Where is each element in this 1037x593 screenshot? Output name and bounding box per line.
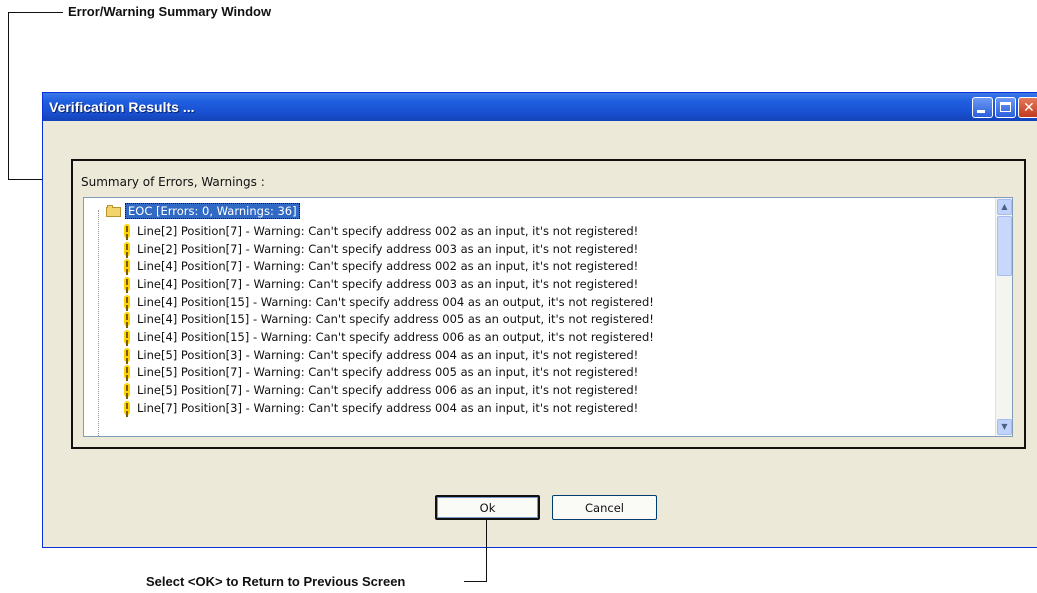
warning-icon — [122, 241, 132, 256]
close-button[interactable]: ✕ — [1018, 97, 1037, 118]
warning-text: Line[5] Position[7] - Warning: Can't spe… — [137, 365, 639, 380]
warning-text: Line[4] Position[15] - Warning: Can't sp… — [137, 294, 654, 309]
verification-results-window: Verification Results ... ✕ Summary of Er… — [42, 92, 1037, 548]
warning-icon — [122, 383, 132, 398]
warning-icon — [122, 365, 132, 380]
warning-text: Line[2] Position[7] - Warning: Can't spe… — [137, 223, 639, 238]
callout-line-top-vertical — [8, 12, 9, 180]
warning-icon — [122, 400, 132, 415]
warning-text: Line[5] Position[7] - Warning: Can't spe… — [137, 383, 639, 398]
maximize-icon — [1000, 102, 1011, 112]
maximize-button[interactable] — [995, 97, 1016, 118]
warning-icon — [122, 347, 132, 362]
minimize-button[interactable] — [972, 97, 993, 118]
warning-item[interactable]: Line[5] Position[7] - Warning: Can't spe… — [122, 381, 654, 399]
warning-text: Line[4] Position[7] - Warning: Can't spe… — [137, 259, 639, 274]
scrollbar-thumb[interactable] — [997, 216, 1012, 276]
warning-item[interactable]: Line[7] Position[3] - Warning: Can't spe… — [122, 399, 654, 417]
warning-text: Line[4] Position[7] - Warning: Can't spe… — [137, 276, 639, 291]
folder-open-icon — [106, 205, 122, 217]
warning-text: Line[5] Position[3] - Warning: Can't spe… — [137, 347, 639, 362]
chevron-up-icon: ▲ — [1001, 202, 1008, 211]
warning-item[interactable]: Line[4] Position[15] - Warning: Can't sp… — [122, 328, 654, 346]
top-callout-label: Error/Warning Summary Window — [68, 4, 272, 19]
ok-button[interactable]: Ok — [435, 495, 540, 520]
warning-item[interactable]: Line[5] Position[7] - Warning: Can't spe… — [122, 364, 654, 382]
callout-line-bottom-vertical — [486, 520, 487, 582]
callout-line-top-horizontal — [8, 12, 63, 13]
close-icon: ✕ — [1023, 100, 1035, 116]
warning-item[interactable]: Line[2] Position[7] - Warning: Can't spe… — [122, 222, 654, 240]
minimize-icon — [977, 110, 985, 113]
ok-button-label: Ok — [479, 500, 496, 515]
warning-text: Line[4] Position[15] - Warning: Can't sp… — [137, 329, 654, 344]
callout-line-bottom-horizontal — [464, 581, 487, 582]
tree-root-label: EOC [Errors: 0, Warnings: 36] — [125, 203, 300, 219]
bottom-callout-label: Select <OK> to Return to Previous Screen — [146, 574, 406, 589]
warning-item[interactable]: Line[4] Position[15] - Warning: Can't sp… — [122, 310, 654, 328]
warning-icon — [122, 223, 132, 238]
summary-group: Summary of Errors, Warnings : EOC [Error… — [71, 159, 1026, 449]
warning-text: Line[2] Position[7] - Warning: Can't spe… — [137, 241, 639, 256]
window-title: Verification Results ... — [49, 99, 195, 115]
tree-connector-line — [98, 210, 99, 436]
warning-list: Line[2] Position[7] - Warning: Can't spe… — [122, 222, 654, 417]
warning-item[interactable]: Line[4] Position[7] - Warning: Can't spe… — [122, 257, 654, 275]
warning-item[interactable]: Line[4] Position[7] - Warning: Can't spe… — [122, 275, 654, 293]
summary-group-label: Summary of Errors, Warnings : — [81, 175, 265, 189]
cancel-button[interactable]: Cancel — [552, 495, 657, 520]
warning-item[interactable]: Line[4] Position[15] - Warning: Can't sp… — [122, 293, 654, 311]
summary-tree-view[interactable]: EOC [Errors: 0, Warnings: 36] Line[2] Po… — [83, 197, 1013, 437]
tree-root-node[interactable]: EOC [Errors: 0, Warnings: 36] — [106, 203, 300, 219]
vertical-scrollbar[interactable]: ▲ ▼ — [995, 198, 1012, 436]
cancel-button-label: Cancel — [585, 500, 624, 515]
warning-text: Line[7] Position[3] - Warning: Can't spe… — [137, 400, 639, 415]
warning-item[interactable]: Line[2] Position[7] - Warning: Can't spe… — [122, 240, 654, 258]
title-bar[interactable]: Verification Results ... ✕ — [43, 93, 1037, 121]
warning-text: Line[4] Position[15] - Warning: Can't sp… — [137, 312, 654, 327]
scroll-down-button[interactable]: ▼ — [997, 419, 1012, 435]
warning-item[interactable]: Line[5] Position[3] - Warning: Can't spe… — [122, 346, 654, 364]
warning-icon — [122, 312, 132, 327]
chevron-down-icon: ▼ — [1001, 422, 1008, 431]
warning-icon — [122, 294, 132, 309]
warning-icon — [122, 259, 132, 274]
warning-icon — [122, 276, 132, 291]
scroll-up-button[interactable]: ▲ — [997, 199, 1012, 215]
warning-icon — [122, 329, 132, 344]
